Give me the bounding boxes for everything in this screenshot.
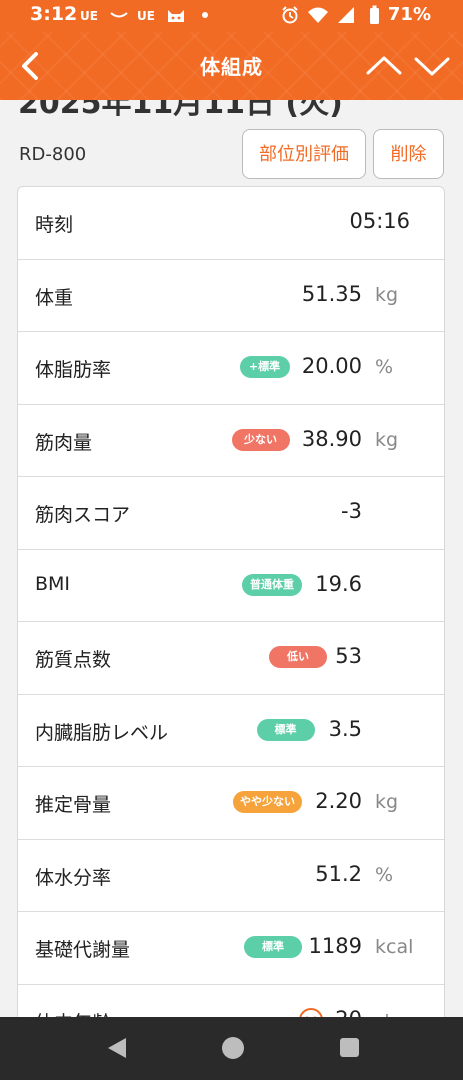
battery-percent: 71%	[387, 4, 431, 25]
measurement-unit: 才	[375, 1009, 394, 1018]
measurement-label: 推定骨量	[35, 794, 112, 816]
part-evaluation-button[interactable]: 部位別評価	[242, 129, 366, 179]
measurement-label: 体内年齢	[35, 1008, 111, 1018]
measurement-value: 19.6	[315, 571, 362, 596]
status-badge: 低い	[269, 646, 327, 668]
measurement-value: -3	[341, 499, 362, 523]
measurement-row: 基礎代謝量 1189 kcal 標準	[18, 912, 444, 985]
measurement-value: 53	[335, 644, 362, 668]
measurement-value: 1189	[308, 934, 362, 958]
status-badge: +標準	[239, 356, 290, 378]
measurement-value: 2.20	[315, 789, 362, 813]
status-badge: 標準	[256, 718, 315, 741]
measurement-unit: kcal	[375, 936, 414, 958]
measurement-unit: %	[375, 356, 394, 378]
measurement-label: 筋肉量	[35, 431, 93, 454]
measurement-value: 05:16	[349, 209, 410, 233]
measurement-value: 3.5	[328, 716, 362, 741]
record-date: 2025年11月11日 (火)	[18, 100, 343, 121]
alarm-icon	[282, 6, 298, 24]
battery-icon	[370, 5, 379, 24]
measurement-label: 筋肉スコア	[35, 504, 131, 526]
status-indicator-2: UE	[137, 9, 155, 23]
system-nav-bar	[0, 1017, 463, 1080]
status-indicator-1: UE	[80, 9, 98, 23]
delete-button[interactable]: 削除	[373, 129, 444, 179]
measurement-value: 38.90	[301, 426, 362, 451]
measurement-row: 筋肉量 38.90 kg 少ない	[18, 405, 444, 477]
measurement-row: 体重 51.35 kg	[18, 260, 444, 332]
nav-home-icon[interactable]	[222, 1037, 244, 1059]
measurement-row: 内臓脂肪レベル 3.5 標準	[18, 695, 444, 767]
measurement-value: 51.35	[301, 281, 362, 306]
wifi-icon	[308, 7, 328, 23]
nav-back-icon[interactable]	[106, 1037, 128, 1059]
status-time: 3:12	[30, 3, 78, 25]
measurement-value: 20.00	[301, 354, 362, 378]
smiley-face-icon	[299, 1007, 323, 1017]
chevron-up-icon[interactable]	[364, 48, 404, 84]
signal-icon	[338, 7, 354, 23]
status-badge: 普通体重	[242, 573, 302, 596]
measurement-row: 体脂肪率 20.00% +標準	[18, 332, 444, 405]
measurement-unit: kg	[375, 428, 399, 451]
measurement-label: 体脂肪率	[35, 359, 112, 381]
chevron-down-icon[interactable]	[412, 48, 452, 84]
measurement-row: BMI 19.6 普通体重	[18, 550, 444, 622]
status-badge: やや少ない	[233, 791, 302, 813]
measurement-row: 筋質点数 53 低い	[18, 622, 444, 695]
device-model: RD-800	[19, 144, 87, 165]
status-bar: 3:12 UE UE 71%	[0, 0, 463, 32]
measurement-row: 体内年齢 20 才	[18, 985, 444, 1018]
measurement-row: 筋肉スコア -3	[18, 477, 444, 550]
measurement-unit: %	[375, 863, 394, 886]
measurement-label: 筋質点数	[35, 649, 112, 671]
content-area[interactable]: 2025年11月11日 (火) RD-800 部位別評価 削除 時刻 05:16 体…	[0, 100, 463, 1017]
dot-icon	[202, 12, 208, 18]
nav-recents-icon[interactable]	[340, 1038, 359, 1057]
measurement-value: 51.2	[315, 861, 362, 886]
app-header: 体組成	[0, 32, 463, 100]
status-badge: 標準	[244, 936, 302, 958]
wave-icon	[110, 12, 128, 18]
measurement-list: 時刻 05:16 体重 51.35 kg 体脂肪率 20.00% +標準筋肉量 38.90 kg 少…	[17, 186, 445, 1017]
measurement-row: 推定骨量 2.20 kg やや少ない	[18, 767, 444, 840]
measurement-label: 体水分率	[35, 866, 112, 889]
measurement-label: BMI	[35, 572, 71, 595]
measurement-label: 体重	[35, 286, 74, 309]
measurement-label: 時刻	[35, 214, 74, 236]
measurement-row: 時刻 05:16	[18, 187, 444, 260]
measurement-row: 体水分率 51.2%	[18, 840, 444, 912]
measurement-value: 20	[335, 1007, 362, 1018]
measurement-unit: kg	[375, 283, 399, 306]
measurement-label: 基礎代謝量	[35, 939, 131, 961]
measurement-unit: kg	[375, 791, 399, 813]
measurement-label: 内臓脂肪レベル	[35, 721, 169, 744]
status-badge: 少ない	[231, 428, 290, 451]
cat-icon	[168, 10, 184, 22]
